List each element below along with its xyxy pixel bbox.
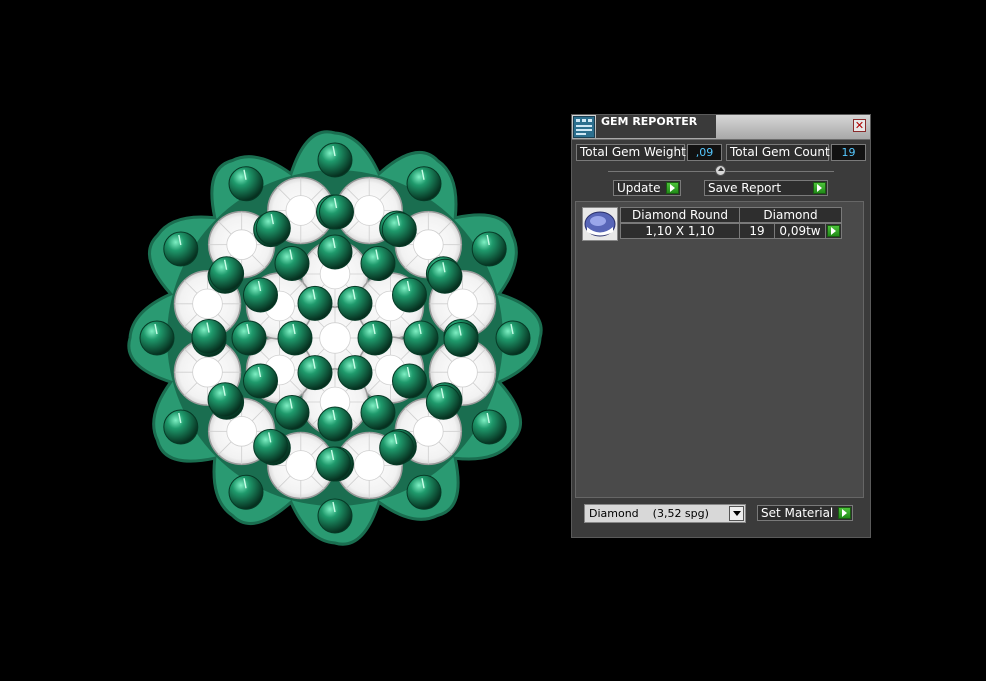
emerald-bead [243, 363, 278, 399]
gem-material-header: Diamond [739, 207, 842, 223]
emerald-bead [471, 231, 507, 267]
emerald-bead [139, 320, 175, 356]
close-icon[interactable]: ✕ [853, 119, 866, 132]
play-arrow-icon [813, 182, 826, 194]
total-gem-weight-value: ,09 [687, 144, 722, 161]
emerald-bead [406, 166, 442, 202]
play-arrow-icon [827, 225, 840, 237]
emerald-bead [381, 212, 417, 248]
set-material-button[interactable]: Set Material [757, 505, 853, 521]
material-select[interactable]: Diamond (3,52 spg) [584, 504, 746, 523]
emerald-bead [297, 355, 333, 391]
diamond-table [319, 322, 351, 354]
emerald-bead [360, 246, 396, 281]
gem-weight-cell: 0,09tw [774, 223, 826, 239]
diamond-table [353, 450, 385, 481]
emerald-bead [274, 246, 310, 281]
collapse-toggle-icon[interactable] [715, 165, 726, 176]
gem-list: Diamond Round Diamond 1,10 X 1,10 19 0,0… [575, 201, 864, 498]
diamond-table [285, 195, 317, 226]
diamond-table [285, 450, 317, 481]
emerald-bead [403, 320, 439, 356]
emerald-bead [231, 320, 267, 356]
emerald-bead [317, 406, 353, 442]
emerald-bead [379, 430, 415, 466]
emerald-bead [495, 320, 531, 356]
gem-count-cell: 19 [739, 223, 775, 239]
set-material-button-label: Set Material [761, 506, 834, 520]
diamond-table [447, 356, 478, 388]
diamond-table [447, 288, 478, 320]
emerald-bead [357, 320, 393, 356]
diamond-table [413, 229, 444, 260]
gem-row-detail-button[interactable] [825, 223, 842, 239]
gem-size-cell: 1,10 X 1,10 [620, 223, 740, 239]
panel-title: GEM REPORTER [596, 115, 716, 138]
emerald-bead [317, 234, 353, 270]
emerald-bead [255, 210, 291, 246]
emerald-bead [243, 277, 278, 313]
emerald-bead [316, 446, 351, 482]
emerald-bead [317, 142, 353, 178]
emerald-bead [443, 322, 479, 357]
emerald-bead [425, 384, 461, 420]
emerald-bead [274, 395, 310, 430]
emerald-bead [471, 409, 507, 445]
emerald-bead [207, 382, 243, 418]
material-select-value: Diamond (3,52 spg) [589, 507, 709, 520]
total-gem-weight-label: Total Gem Weight [576, 144, 686, 161]
emerald-bead [163, 231, 199, 267]
model-viewport[interactable] [0, 0, 560, 681]
emerald-bead [191, 319, 227, 354]
gem-shape-header: Diamond Round [620, 207, 740, 223]
diamond-table [192, 356, 223, 388]
round-diamond-icon[interactable] [582, 207, 618, 241]
emerald-bead [297, 285, 333, 321]
emerald-bead [319, 194, 354, 230]
gem-reporter-panel: GEM REPORTER ✕ Total Gem Weight ,09 Tota… [571, 114, 871, 538]
gem-reporter-logo-icon [573, 116, 595, 138]
emerald-bead [317, 498, 353, 534]
update-button[interactable]: Update [613, 180, 681, 196]
diamond-table [353, 195, 385, 226]
emerald-bead [360, 395, 396, 430]
emerald-bead [392, 363, 427, 399]
emerald-bead [228, 166, 264, 202]
diamond-table [226, 416, 257, 447]
emerald-bead [392, 277, 427, 313]
play-arrow-icon [838, 507, 851, 519]
emerald-bead [253, 428, 289, 464]
emerald-bead [228, 474, 264, 510]
total-gem-count-value: 19 [831, 144, 866, 161]
chevron-down-icon[interactable] [729, 506, 744, 521]
diamond-table [413, 416, 444, 447]
save-report-button-label: Save Report [708, 181, 782, 195]
title-bar[interactable]: GEM REPORTER ✕ [572, 115, 870, 140]
emerald-bead [209, 256, 245, 292]
emerald-bead [163, 409, 199, 445]
update-button-label: Update [617, 181, 661, 195]
emerald-bead [427, 258, 463, 294]
total-gem-count-label: Total Gem Count [726, 144, 830, 161]
play-arrow-icon [666, 182, 679, 194]
diamond-table [226, 229, 257, 260]
emerald-bead [406, 474, 442, 510]
emerald-bead [337, 355, 373, 391]
emerald-bead [277, 320, 313, 356]
emerald-bead [337, 285, 373, 321]
save-report-button[interactable]: Save Report [704, 180, 828, 196]
diamond-table [192, 288, 223, 320]
